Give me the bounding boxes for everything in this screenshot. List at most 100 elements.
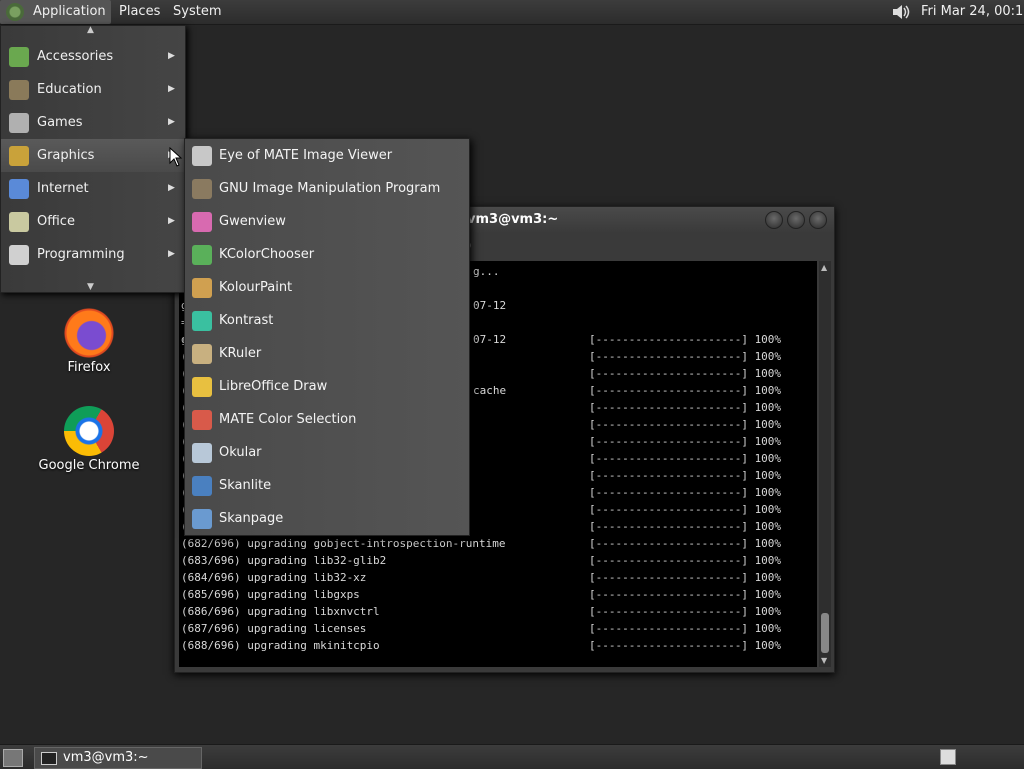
menu-category-education[interactable]: Education ▶	[1, 73, 185, 106]
gimp-icon	[192, 179, 212, 199]
graphics-app-label: KolourPaint	[219, 280, 293, 295]
graphics-app-label: Kontrast	[219, 313, 274, 328]
office-icon	[9, 212, 29, 232]
graphics-app-label: Gwenview	[219, 214, 286, 229]
terminal-progress: [----------------------] 100%	[589, 452, 782, 465]
minimize-button[interactable]	[765, 211, 783, 229]
gwenview-icon	[192, 212, 212, 232]
terminal-line: (688/696) upgrading mkinitcpio	[181, 639, 380, 652]
terminal-progress: [----------------------] 100%	[589, 639, 782, 652]
terminal-progress: [----------------------] 100%	[589, 435, 782, 448]
graphics-app-label: Skanpage	[219, 511, 284, 526]
menu-scroll-down-icon[interactable]: ▼	[87, 282, 94, 292]
bottom-panel: vm3@vm3:~	[0, 744, 1024, 769]
graphics-app-item[interactable]: KRuler	[185, 337, 469, 370]
terminal-progress: [----------------------] 100%	[589, 486, 782, 499]
menu-category-label: Graphics	[37, 148, 95, 163]
submenu-arrow-icon: ▶	[168, 51, 175, 61]
graphics-app-label: Okular	[219, 445, 262, 460]
firefox-label: Firefox	[67, 360, 111, 375]
places-menu[interactable]: Places	[113, 0, 166, 24]
show-desktop-button[interactable]	[3, 749, 23, 767]
terminal-progress: [----------------------] 100%	[589, 588, 782, 601]
paint-icon	[192, 278, 212, 298]
taskbar-terminal-button[interactable]: vm3@vm3:~	[34, 747, 202, 769]
terminal-progress: [----------------------] 100%	[589, 503, 782, 516]
menu-category-internet[interactable]: Internet ▶	[1, 172, 185, 205]
accessories-icon	[9, 47, 29, 67]
scroll-thumb[interactable]	[821, 613, 829, 653]
graphics-app-item[interactable]: Skanpage	[185, 502, 469, 535]
graphics-app-label: Eye of MATE Image Viewer	[219, 148, 393, 163]
mouse-cursor-icon	[169, 147, 183, 167]
graphics-app-item[interactable]: KColorChooser	[185, 238, 469, 271]
graphics-app-item[interactable]: KolourPaint	[185, 271, 469, 304]
graphics-app-item[interactable]: Skanlite	[185, 469, 469, 502]
ruler-icon	[192, 344, 212, 364]
graphics-app-item[interactable]: Gwenview	[185, 205, 469, 238]
graphics-icon	[9, 146, 29, 166]
submenu-arrow-icon: ▶	[168, 84, 175, 94]
image-viewer-icon	[192, 146, 212, 166]
terminal-progress: [----------------------] 100%	[589, 571, 782, 584]
graphics-app-item[interactable]: LibreOffice Draw	[185, 370, 469, 403]
taskbar-terminal-label: vm3@vm3:~	[63, 750, 149, 765]
graphics-app-label: Skanlite	[219, 478, 272, 493]
terminal-fragment: 07-12	[473, 299, 507, 312]
firefox-launcher[interactable]: Firefox	[50, 308, 128, 375]
menu-category-office[interactable]: Office ▶	[1, 205, 185, 238]
applications-menu[interactable]: Applications	[0, 0, 111, 24]
submenu-arrow-icon: ▶	[168, 183, 175, 193]
maximize-button[interactable]	[787, 211, 805, 229]
menu-category-label: Education	[37, 82, 102, 97]
graphics-submenu: Eye of MATE Image Viewer GNU Image Manipu…	[184, 138, 470, 536]
workspace-switcher[interactable]	[940, 749, 956, 765]
graphics-app-item[interactable]: MATE Color Selection	[185, 403, 469, 436]
close-button[interactable]	[809, 211, 827, 229]
kontrast-icon	[192, 311, 212, 331]
terminal-icon	[41, 752, 57, 765]
terminal-fragment: cache	[473, 384, 507, 397]
terminal-scrollbar[interactable]: ▲ ▼	[819, 261, 831, 667]
graphics-app-label: GNU Image Manipulation Program	[219, 181, 441, 196]
menu-scroll-up-icon[interactable]: ▲	[87, 25, 94, 35]
top-panel: Applications Places System Fri Mar 24, 0…	[0, 0, 1024, 25]
terminal-fragment: 07-12	[473, 333, 507, 346]
graphics-app-label: LibreOffice Draw	[219, 379, 328, 394]
scroll-up-arrow-icon[interactable]: ▲	[821, 263, 827, 272]
mate-logo-icon	[6, 3, 24, 21]
menu-category-programming[interactable]: Programming ▶	[1, 238, 185, 271]
terminal-line: (684/696) upgrading lib32-xz	[181, 571, 367, 584]
terminal-line: (685/696) upgrading libgxps	[181, 588, 360, 601]
applications-dropdown: ▲ Accessories▶Education▶Games▶Graphics▶I…	[0, 25, 186, 293]
terminal-progress: [----------------------] 100%	[589, 537, 782, 550]
chrome-label: Google Chrome	[38, 458, 140, 473]
menu-category-label: Programming	[37, 247, 125, 262]
color-chooser-icon	[192, 245, 212, 265]
menu-category-games[interactable]: Games ▶	[1, 106, 185, 139]
system-menu[interactable]: System	[167, 0, 227, 24]
terminal-progress: [----------------------] 100%	[589, 333, 782, 346]
scroll-down-arrow-icon[interactable]: ▼	[821, 656, 827, 665]
terminal-line: (686/696) upgrading libxnvctrl	[181, 605, 380, 618]
clock[interactable]: Fri Mar 24, 00:16	[921, 0, 1024, 24]
terminal-progress: [----------------------] 100%	[589, 469, 782, 482]
chrome-launcher[interactable]: Google Chrome	[38, 406, 140, 473]
submenu-arrow-icon: ▶	[168, 249, 175, 259]
submenu-arrow-icon: ▶	[168, 216, 175, 226]
internet-icon	[9, 179, 29, 199]
graphics-app-item[interactable]: Okular	[185, 436, 469, 469]
volume-icon[interactable]	[890, 3, 912, 21]
menu-category-label: Games	[37, 115, 83, 130]
terminal-line: (687/696) upgrading licenses	[181, 622, 367, 635]
menu-category-accessories[interactable]: Accessories ▶	[1, 40, 185, 73]
graphics-app-item[interactable]: GNU Image Manipulation Program	[185, 172, 469, 205]
terminal-line: (682/696) upgrading gobject-introspectio…	[181, 537, 506, 550]
color-selection-icon	[192, 410, 212, 430]
graphics-app-item[interactable]: Kontrast	[185, 304, 469, 337]
graphics-app-item[interactable]: Eye of MATE Image Viewer	[185, 139, 469, 172]
terminal-progress: [----------------------] 100%	[589, 554, 782, 567]
terminal-fragment: g...	[473, 265, 500, 278]
applications-menu-label: Applications	[33, 4, 106, 19]
menu-category-graphics[interactable]: Graphics▶	[1, 139, 185, 172]
